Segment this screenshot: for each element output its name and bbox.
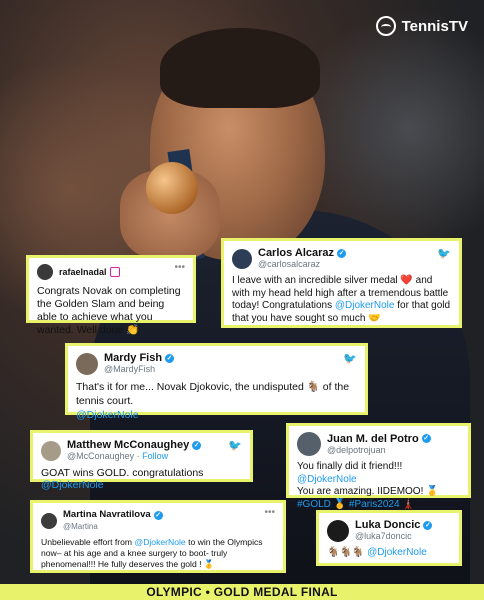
post-card-mcconaughey: 🐦 Matthew McConaughey ✓ @McConaughey · Fo… [30, 430, 253, 491]
verified-badge-icon: ✓ [153, 510, 163, 520]
post-text: That's it for me... Novak Djokovic, the … [76, 381, 350, 421]
more-options-icon[interactable]: ••• [264, 507, 275, 518]
avatar [232, 248, 252, 269]
avatar [76, 352, 98, 375]
player-hair [160, 28, 320, 108]
handle[interactable]: @luka7doncic [355, 531, 432, 542]
post-text: Congrats Novak on completing the Golden … [37, 285, 181, 336]
twitter-bird-icon: 🐦 [343, 353, 357, 365]
post-card-mardy-fish: 🐦 Mardy Fish ✓ @MardyFish That's it for m… [65, 343, 368, 421]
avatar [41, 512, 57, 529]
handle[interactable]: @McConaughey [67, 451, 134, 461]
username: Martina Navratilova [63, 509, 151, 520]
post-card-alcaraz: 🐦 Carlos Alcaraz ✓ @carlosalcaraz I leave… [221, 238, 462, 328]
mention-link[interactable]: @DjokerNole [297, 474, 357, 485]
avatar [37, 264, 53, 280]
mention-link[interactable]: @DjokerNole [367, 547, 427, 558]
username: Mardy Fish [104, 352, 163, 364]
twitter-bird-icon: 🐦 [437, 248, 451, 260]
post-text: I leave with an incredible silver medal … [232, 275, 451, 324]
hashtags[interactable]: #GOLD 🥇 #Paris2024 🗼 [297, 499, 415, 510]
mention-link[interactable]: @DjokerNole [76, 409, 139, 421]
mention-link[interactable]: @DjokerNole [41, 479, 104, 491]
username: Luka Doncic [355, 519, 421, 531]
mention-link[interactable]: @DjokerNole [335, 300, 395, 311]
logo-text: TennisTV [401, 17, 468, 35]
post-card-doncic: Luka Doncic ✓ @luka7doncic 🐐🐐🐐 @DjokerNol… [316, 510, 462, 566]
follow-link[interactable]: Follow [142, 451, 168, 461]
verified-badge-icon: ✓ [165, 353, 175, 363]
mention-link[interactable]: @DjokerNole [134, 537, 185, 547]
verified-badge-icon: ✓ [423, 520, 433, 530]
username: Carlos Alcaraz [258, 247, 335, 259]
post-card-nadal: ••• rafaelnadal Congrats Novak on comple… [26, 255, 196, 336]
avatar [41, 440, 61, 461]
handle[interactable]: @carlosalcaraz [258, 259, 346, 270]
more-options-icon[interactable]: ••• [174, 262, 185, 273]
twitter-bird-icon: 🐦 [228, 440, 242, 452]
handle[interactable]: @delpotrojuan [327, 445, 431, 456]
verified-badge-icon: ✓ [421, 434, 431, 443]
verified-badge-icon: ✓ [192, 440, 202, 450]
post-text: Unbelievable effort from @DjokerNole to … [41, 537, 263, 569]
instagram-icon [109, 267, 120, 277]
tennis-ball-icon [375, 16, 396, 36]
avatar [327, 519, 349, 542]
tennistv-logo: TennisTV [375, 16, 468, 36]
post-card-navratilova: ••• Martina Navratilova ✓ @Martina Unbeli… [30, 500, 286, 573]
username: rafaelnadal [59, 267, 107, 277]
post-text: 🐐🐐🐐 @DjokerNole [327, 547, 427, 558]
gold-medal [146, 162, 198, 214]
verified-badge-icon: ✓ [337, 248, 347, 258]
username: Matthew McConaughey [67, 439, 190, 451]
bottom-banner: OLYMPIC • GOLD MEDAL FINAL [0, 584, 484, 600]
post-card-del-potro: Juan M. del Potro ✓ @delpotrojuan You fin… [286, 423, 471, 510]
post-text: GOAT wins GOLD. congratulations @DjokerN… [41, 467, 204, 491]
handle[interactable]: @MardyFish [104, 364, 174, 375]
handle[interactable]: @Martina [63, 521, 163, 532]
post-text: You finally did it friend!!! @DjokerNole… [297, 461, 439, 510]
avatar [297, 432, 321, 456]
username: Juan M. del Potro [327, 432, 419, 445]
